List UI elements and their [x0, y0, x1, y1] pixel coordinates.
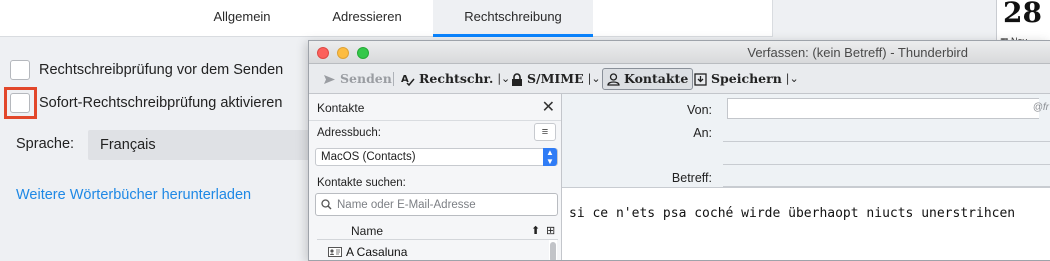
language-select[interactable]: Français [88, 130, 318, 160]
chevron-down-icon[interactable]: |⌄ [497, 68, 510, 90]
check-before-send-checkbox[interactable] [10, 60, 30, 80]
message-body[interactable]: si ce n'ets psa coché wirde überhaopt ni… [562, 188, 1050, 260]
tab-rechtschreibung[interactable]: Rechtschreibung [433, 0, 593, 37]
to-label: An: [693, 126, 712, 140]
search-icon [321, 199, 332, 210]
check-before-send-row[interactable]: Rechtschreibprüfung vor dem Senden [10, 59, 283, 81]
prefs-tab-bar: Allgemein Adressieren Rechtschreibung [0, 0, 772, 37]
menu-icon[interactable]: ≡ [534, 123, 556, 141]
sidebar-header: Kontakte ✕ [309, 94, 561, 121]
addressbook-select[interactable]: MacOS (Contacts) ▲ ▼ [315, 148, 558, 166]
spelling-button[interactable]: A Rechtschr. |⌄ [401, 68, 510, 90]
sort-ascending-icon[interactable]: ⬆ [531, 224, 540, 237]
send-button[interactable]: Senden [323, 68, 392, 90]
column-picker-icon[interactable]: ⊞ [546, 224, 555, 237]
contacts-search-label: Kontakte suchen: [317, 177, 406, 189]
contact-list-item[interactable]: A Casaluna [317, 243, 550, 260]
tab-adressieren[interactable]: Adressieren [306, 0, 428, 37]
save-label: Speichern [711, 71, 782, 86]
contacts-label: Kontakte [624, 71, 689, 86]
contacts-scrollbar[interactable] [549, 240, 557, 260]
prefs-divider [772, 0, 773, 37]
chevron-down-icon[interactable]: |⌄ [588, 68, 601, 90]
recipient-field-extra[interactable] [723, 164, 1050, 165]
from-ghost-text: @fr [1032, 102, 1049, 113]
calendar-day-number: 28 [1003, 0, 1042, 29]
save-button[interactable]: Speichern |⌄ [694, 68, 799, 90]
save-icon [694, 72, 707, 86]
contacts-search-input[interactable]: Name oder E-Mail-Adresse [315, 193, 558, 216]
tab-allgemein[interactable]: Allgemein [190, 0, 294, 37]
compose-header: Von: @fr An: Betreff: [562, 94, 1050, 188]
download-dictionaries-link[interactable]: Weitere Wörterbücher herunterladen [16, 187, 251, 203]
subject-field[interactable] [723, 186, 1050, 187]
spelling-label: Rechtschr. [419, 71, 494, 86]
lock-icon [512, 72, 522, 86]
contacts-toggle-button[interactable]: Kontakte [602, 68, 694, 90]
highlight-annotation [4, 87, 37, 119]
search-placeholder: Name oder E-Mail-Adresse [337, 198, 476, 211]
close-icon[interactable]: ✕ [542, 97, 555, 117]
minimize-window-button[interactable] [337, 47, 349, 59]
scrollbar-thumb[interactable] [550, 242, 556, 260]
compose-window: Verfassen: (kein Betreff) - Thunderbird … [308, 40, 1050, 261]
spellcheck-icon: A [401, 74, 415, 86]
contact-name: A Casaluna [346, 245, 408, 259]
window-title: Verfassen: (kein Betreff) - Thunderbird [747, 45, 968, 60]
message-body-text: si ce n'ets psa coché wirde überhaopt ni… [569, 206, 1016, 221]
from-label: Von: [686, 103, 712, 117]
from-field[interactable]: @fr [727, 98, 1049, 119]
send-icon [324, 74, 335, 84]
addressbook-label: Adressbuch: [317, 127, 381, 139]
smime-button[interactable]: S/MIME |⌄ [511, 68, 601, 90]
toolbar-separator [393, 72, 394, 86]
column-name[interactable]: Name [351, 224, 383, 238]
instant-check-label: Sofort-Rechtschreibprüfung aktivieren [39, 95, 283, 111]
zoom-window-button[interactable] [357, 47, 369, 59]
language-label: Sprache: [16, 136, 75, 152]
updown-arrows-icon: ▲ ▼ [543, 148, 557, 166]
subject-label: Betreff: [671, 171, 712, 185]
instant-check-row[interactable]: Sofort-Rechtschreibprüfung aktivieren [10, 92, 282, 114]
contacts-sidebar: Kontakte ✕ Adressbuch: ≡ MacOS (Contacts… [309, 94, 562, 260]
chevron-down-icon[interactable]: |⌄ [786, 68, 799, 90]
contact-card-icon [328, 247, 342, 257]
to-field[interactable] [723, 141, 1050, 142]
check-before-send-label: Rechtschreibprüfung vor dem Senden [39, 62, 284, 78]
smime-label: S/MIME [527, 71, 584, 86]
contacts-icon [607, 72, 620, 86]
contacts-list-header: Name ⬆ ⊞ [317, 223, 558, 240]
addressbook-value: MacOS (Contacts) [321, 151, 416, 163]
sidebar-title: Kontakte [317, 101, 365, 115]
compose-toolbar: Senden A Rechtschr. |⌄ S/MIME |⌄ Kontakt… [309, 64, 1050, 94]
send-label: Senden [340, 71, 392, 86]
close-window-button[interactable] [317, 47, 329, 59]
title-bar: Verfassen: (kein Betreff) - Thunderbird [309, 41, 1050, 64]
